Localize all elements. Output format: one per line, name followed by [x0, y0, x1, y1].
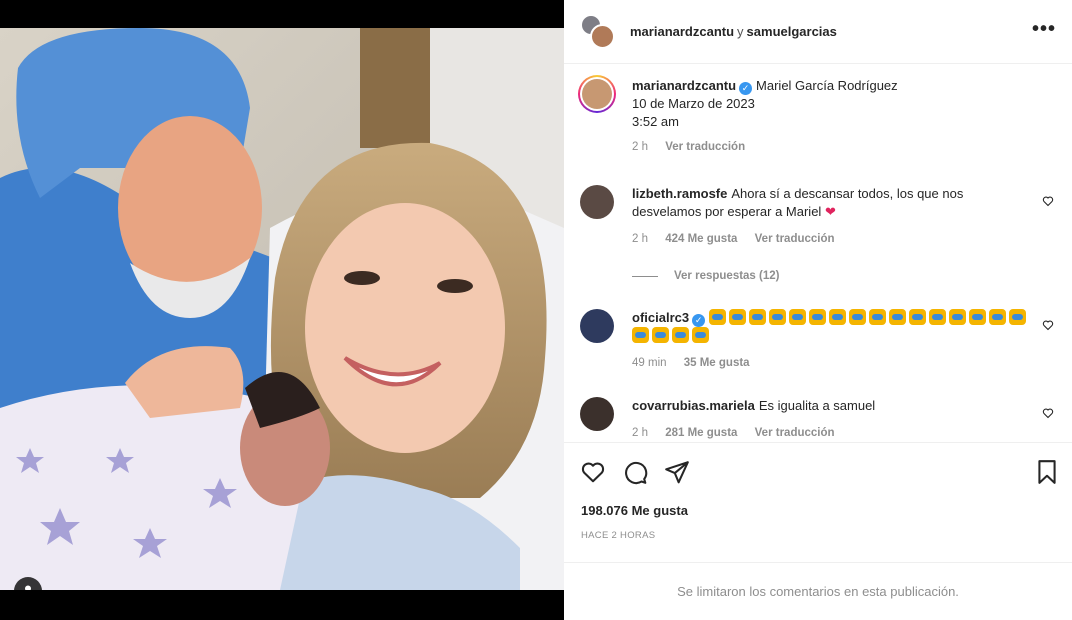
timestamp: 49 min: [632, 357, 667, 369]
timestamp: 2 h: [632, 141, 648, 153]
comment-item: covarrubias.mariela Es igualita a samuel …: [580, 397, 1056, 441]
crying-face-emoji: [672, 327, 689, 343]
caption-line: Mariel García Rodríguez: [756, 78, 898, 93]
more-options-button[interactable]: •••: [1032, 19, 1056, 39]
comment-item: lizbeth.ramosfe Ahora sí a descansar todo…: [580, 185, 1056, 248]
crying-face-emoji: [709, 309, 727, 325]
verified-badge-icon: ✓: [692, 314, 706, 327]
post-photo[interactable]: [0, 28, 564, 590]
caption: marianardzcantu ✓ Mariel García Rodríguez …: [578, 75, 1056, 156]
view-replies-link[interactable]: Ver respuestas (12): [632, 270, 779, 282]
action-bar: 198.076 Me gusta HACE 2 HORAS: [564, 442, 1072, 562]
username-link[interactable]: marianardzcantu: [630, 24, 734, 39]
share-icon[interactable]: [664, 459, 690, 485]
likes-count[interactable]: 198.076 Me gusta: [581, 503, 688, 518]
separator-text: y: [737, 24, 744, 39]
crying-face-emoji: [809, 309, 827, 325]
crying-face-emoji: [969, 309, 987, 325]
likes-count[interactable]: 35 Me gusta: [684, 357, 750, 369]
translate-link[interactable]: Ver traducción: [665, 141, 745, 153]
crying-face-emoji: [692, 327, 709, 343]
avatar[interactable]: [578, 75, 616, 113]
verified-badge-icon: ✓: [739, 82, 753, 95]
avatar[interactable]: [580, 309, 614, 343]
comment-icon[interactable]: [622, 459, 648, 485]
username-link[interactable]: lizbeth.ramosfe: [632, 186, 727, 201]
crying-face-emoji: [829, 309, 847, 325]
avatar[interactable]: [580, 397, 614, 431]
username-link[interactable]: oficialrc3: [632, 310, 689, 325]
crying-face-emoji: [789, 309, 807, 325]
translate-link[interactable]: Ver traducción: [755, 427, 835, 439]
collab-names: marianardzcantu y samuelgarcias: [630, 24, 837, 39]
emoji-sequence: [632, 309, 1029, 343]
post-panel: marianardzcantu y samuelgarcias ••• marian…: [564, 0, 1072, 620]
crying-face-emoji: [869, 309, 887, 325]
timestamp: 2 h: [632, 233, 648, 245]
username-link[interactable]: marianardzcantu: [632, 78, 736, 93]
username-link[interactable]: samuelgarcias: [747, 24, 837, 39]
timestamp: 2 h: [632, 427, 648, 439]
view-replies-label: Ver respuestas (12): [674, 270, 780, 282]
comment-text: Es igualita a samuel: [758, 398, 876, 413]
translate-link[interactable]: Ver traducción: [755, 233, 835, 245]
crying-face-emoji: [1009, 309, 1027, 325]
username-link[interactable]: covarrubias.mariela: [632, 398, 755, 413]
caption-line: 10 de Marzo de 2023: [632, 96, 755, 111]
avatar[interactable]: [580, 185, 614, 219]
red-heart-emoji: ❤: [824, 204, 836, 219]
heart-icon[interactable]: [580, 459, 606, 485]
crying-face-emoji: [949, 309, 967, 325]
avatar: [590, 23, 615, 49]
collab-avatars[interactable]: [580, 13, 616, 50]
crying-face-emoji: [769, 309, 787, 325]
bookmark-icon[interactable]: [1036, 459, 1058, 485]
heart-icon[interactable]: [1042, 407, 1054, 419]
likes-count[interactable]: 424 Me gusta: [665, 233, 737, 245]
crying-face-emoji: [889, 309, 907, 325]
comments-limited-notice: Se limitaron los comentarios en esta pub…: [564, 562, 1072, 620]
crying-face-emoji: [652, 327, 669, 343]
comment-item: oficialrc3 ✓ 49 min 35 Me gusta: [580, 309, 1056, 372]
caption-line: 3:52 am: [632, 114, 679, 129]
likes-count[interactable]: 281 Me gusta: [665, 427, 737, 439]
crying-face-emoji: [729, 309, 747, 325]
crying-face-emoji: [632, 327, 649, 343]
post-header: marianardzcantu y samuelgarcias •••: [564, 0, 1072, 64]
crying-face-emoji: [909, 309, 927, 325]
heart-icon[interactable]: [1042, 319, 1054, 331]
post-media: [0, 0, 564, 620]
post-timestamp: HACE 2 HORAS: [581, 530, 656, 541]
crying-face-emoji: [749, 309, 767, 325]
comments-list[interactable]: marianardzcantu ✓ Mariel García Rodríguez …: [564, 65, 1072, 441]
heart-icon[interactable]: [1042, 195, 1054, 207]
replies-line: [632, 275, 658, 277]
user-tag-icon: [25, 585, 31, 590]
crying-face-emoji: [929, 309, 947, 325]
crying-face-emoji: [989, 309, 1007, 325]
crying-face-emoji: [849, 309, 867, 325]
